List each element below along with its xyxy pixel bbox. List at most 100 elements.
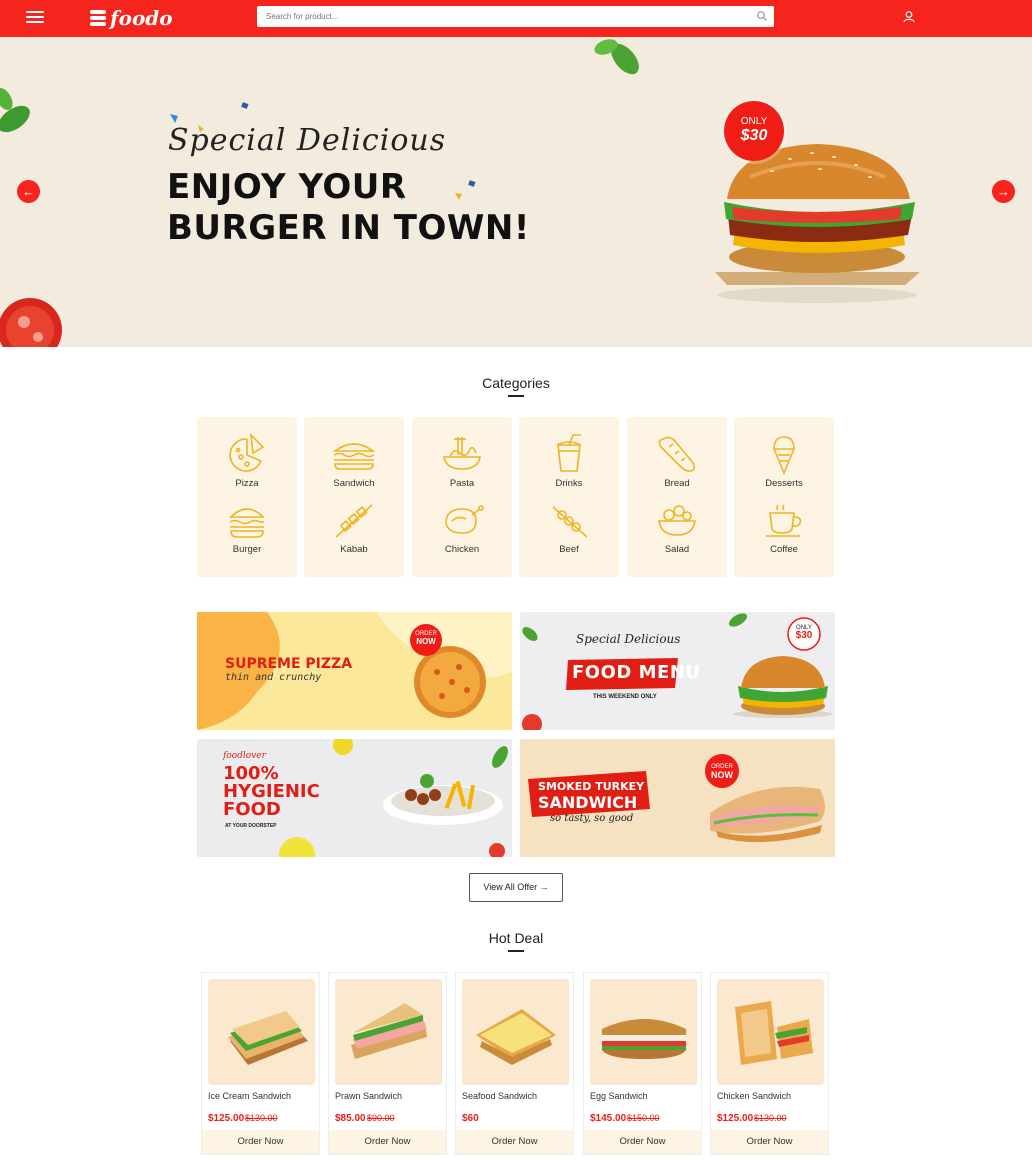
categories-title-underline (508, 395, 524, 397)
brand-name: foodo (110, 6, 173, 30)
promo-turkey-line2: SANDWICH (538, 793, 638, 812)
hero-burger-image (715, 144, 920, 303)
hot-deal-title: Hot Deal (488, 930, 544, 946)
promo-pizza-badge: ORDER NOW (410, 630, 442, 647)
search-icon[interactable] (756, 10, 768, 22)
deal-price: $85.00 (335, 1113, 366, 1124)
category-pizza[interactable]: Pizza (197, 433, 297, 489)
deal-price: $125.00 (717, 1113, 754, 1124)
category-label: Drinks (555, 478, 583, 489)
hero-headline-line1: ENJOY YOUR (167, 167, 407, 207)
price-badge: ONLY $30 (724, 101, 784, 161)
category-label: Desserts (765, 478, 803, 489)
deal-card[interactable]: Ice Cream Sandwich $125.00 $130.00 Order… (201, 972, 320, 1155)
category-column: Pasta Chicken (412, 417, 512, 577)
order-now-button[interactable]: Order Now (202, 1130, 319, 1154)
price-badge-label: ONLY (740, 116, 768, 127)
sandwich-icon (332, 443, 376, 470)
category-column: Drinks Beef (519, 417, 619, 577)
category-label: Pizza (235, 478, 259, 489)
promo-banner-hygienic[interactable]: foodlover 100% HYGIENIC FOOD AT YOUR DOO… (197, 739, 512, 857)
category-label: Pasta (449, 478, 475, 489)
drinks-icon (556, 434, 582, 472)
promo-menu-script: Special Delicious (576, 632, 681, 646)
category-burger[interactable]: Burger (197, 501, 297, 555)
category-coffee[interactable]: Coffee (734, 501, 834, 555)
category-column: Sandwich Kabab (304, 417, 404, 577)
hero-script-text: Special Delicious (168, 123, 447, 158)
user-account-icon[interactable] (901, 9, 917, 25)
kabab-icon (335, 504, 373, 538)
slider-next-arrow-icon[interactable]: → (992, 180, 1015, 203)
category-sandwich[interactable]: Sandwich (304, 433, 404, 489)
category-bread[interactable]: Bread (627, 433, 727, 489)
promo-turkey-badge-2: NOW (711, 770, 733, 780)
order-now-button[interactable]: Order Now (456, 1130, 573, 1154)
category-chicken[interactable]: Chicken (412, 501, 512, 555)
category-desserts[interactable]: Desserts (734, 433, 834, 489)
category-drinks[interactable]: Drinks (519, 433, 619, 489)
logo-mark-icon (90, 10, 106, 26)
hero-headline-line2: BURGER IN TOWN! (167, 208, 530, 248)
categories-title: Categories (482, 375, 550, 391)
deal-name: Seafood Sandwich (462, 1091, 538, 1101)
desserts-icon (773, 436, 795, 475)
deal-image (208, 979, 315, 1085)
promo-pizza-badge-2: NOW (416, 637, 436, 646)
deal-card[interactable]: Egg Sandwich $145.00 $150.00 Order Now (583, 972, 702, 1155)
category-pasta[interactable]: Pasta (412, 433, 512, 489)
order-now-button[interactable]: Order Now (584, 1130, 701, 1154)
deal-image (335, 979, 442, 1085)
deal-name: Egg Sandwich (590, 1091, 648, 1101)
category-column: Bread Salad (627, 417, 727, 577)
category-label: Coffee (770, 544, 798, 555)
deal-price: $125.00 (208, 1113, 245, 1124)
category-salad[interactable]: Salad (627, 501, 727, 555)
category-label: Bread (664, 478, 690, 489)
category-label: Burger (232, 544, 262, 555)
order-now-button[interactable]: Order Now (329, 1130, 446, 1154)
promo-banner-turkey[interactable]: SMOKED TURKEY SANDWICH so tasty, so good… (520, 739, 835, 857)
deal-card[interactable]: Chicken Sandwich $125.00 $130.00 Order N… (710, 972, 829, 1155)
search-input[interactable] (257, 6, 737, 27)
deal-card[interactable]: Prawn Sandwich $85.00 $90.00 Order Now (328, 972, 447, 1155)
deal-old-price: $90.00 (367, 1113, 395, 1123)
promo-hygienic-line3: FOOD (223, 799, 281, 820)
promo-banner-pizza[interactable]: SUPREME PIZZA thin and crunchy ORDER NOW (197, 612, 512, 730)
deal-price: $145.00 (590, 1113, 627, 1124)
deal-image (462, 979, 569, 1085)
brand-logo[interactable]: foodo (90, 6, 173, 30)
category-beef[interactable]: Beef (519, 501, 619, 555)
deal-old-price: $130.00 (754, 1113, 787, 1123)
promo-banner-food-menu[interactable]: Special Delicious FOOD MENU THIS WEEKEND… (520, 612, 835, 730)
deal-name: Prawn Sandwich (335, 1091, 403, 1101)
promo-menu-badge: ONLY $30 (788, 624, 820, 641)
category-label: Salad (664, 544, 690, 555)
category-kabab[interactable]: Kabab (304, 501, 404, 555)
deal-name: Chicken Sandwich (717, 1091, 792, 1101)
promo-hygienic-subtitle: AT YOUR DOORSTEP (225, 823, 277, 829)
pizza-icon (229, 433, 265, 472)
deal-image (590, 979, 697, 1085)
deal-old-price: $130.00 (245, 1113, 278, 1123)
pasta-icon (443, 437, 481, 470)
promo-turkey-headline: SMOKED TURKEY SANDWICH (538, 779, 644, 811)
deal-card[interactable]: Seafood Sandwich $60 Order Now (455, 972, 574, 1155)
deal-name: Ice Cream Sandwich (208, 1091, 292, 1101)
slider-prev-arrow-icon[interactable]: ← (17, 180, 40, 203)
leaf-top-left-icon (0, 88, 30, 133)
salad-icon (658, 505, 696, 536)
promo-turkey-badge: ORDER NOW (706, 763, 738, 781)
beef-icon (552, 506, 588, 538)
coffee-icon (766, 504, 802, 537)
promo-menu-badge-2: $30 (795, 630, 813, 641)
view-all-offer-button[interactable]: View All Offer → (469, 873, 563, 902)
promo-turkey-script: so tasty, so good (550, 813, 634, 824)
hamburger-menu-icon[interactable] (26, 11, 44, 25)
search-bar (257, 6, 774, 27)
top-header: foodo (0, 0, 1032, 37)
order-now-button[interactable]: Order Now (711, 1130, 828, 1154)
category-label: Sandwich (333, 478, 375, 489)
category-label: Chicken (444, 544, 480, 555)
promo-pizza-title: SUPREME PIZZA (225, 656, 353, 672)
